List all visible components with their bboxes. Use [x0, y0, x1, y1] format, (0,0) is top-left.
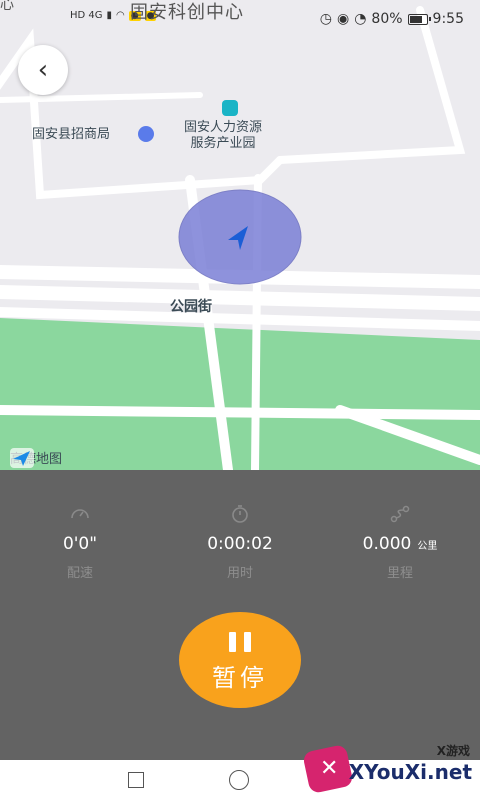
clock: 9:55 [432, 11, 464, 27]
battery-icon [407, 13, 431, 25]
map-area-title: 固安科创中心 [130, 2, 244, 23]
park-road [0, 405, 480, 420]
poi-hr-line2: 服务产业园 [190, 136, 256, 151]
pause-label: 暂停 [212, 664, 268, 692]
home-button[interactable] [229, 770, 249, 790]
duration-value: 0:00:02 [160, 534, 320, 554]
recent-apps-button[interactable] [128, 772, 144, 788]
wifi-icon: ◠ [116, 10, 125, 21]
poi-hr-line1: 固安人力资源 [184, 120, 263, 135]
map-view[interactable]: 心 固安县招商局 固安人力资源 服务产业园 公园街 高德地图 ‹ [0, 0, 480, 470]
duration-value-text: 0:00:02 [207, 534, 273, 554]
stat-duration: 0:00:02 用时 [160, 504, 320, 581]
map-canvas [0, 6, 480, 470]
star-poi-icon[interactable] [138, 126, 154, 142]
amap-logo: 高德地图 [10, 448, 62, 468]
pace-value-text: 0'0" [62, 534, 98, 554]
battery-fill [409, 15, 422, 23]
watermark-x-icon: ✕ [320, 756, 339, 781]
network-indicator: HD 4G [70, 10, 103, 21]
park-area [0, 318, 480, 470]
speed-icon: ◔ [354, 11, 367, 27]
back-button[interactable]: ‹ [18, 45, 68, 95]
street-label: 公园街 [170, 299, 212, 315]
building-poi-icon[interactable] [222, 100, 238, 116]
distance-unit: 公里 [417, 541, 438, 552]
stat-distance: 0.000 公里 里程 [320, 504, 480, 581]
distance-label: 里程 [386, 566, 413, 581]
pause-button[interactable]: 暂停 [179, 612, 301, 708]
pace-value: 0'0" [0, 534, 160, 554]
poi-hr-park[interactable]: 固安人力资源 服务产业园 [184, 120, 262, 152]
status-bar: HD 4G ▮ ◠ ● ● 固安科创中心 ◷ ◉ ◔ 80% 9:55 [0, 0, 480, 40]
poi-investment-bureau[interactable]: 固安县招商局 [32, 127, 110, 143]
road-2 [0, 285, 480, 311]
stopwatch-icon [160, 504, 320, 524]
speedometer-icon [0, 504, 160, 524]
alarm-icon: ◷ [319, 11, 332, 27]
watermark-top-text: X游戏 [436, 744, 470, 758]
signal-icon: ▮ [106, 10, 113, 21]
watermark-text: XYouXi.net [348, 760, 472, 784]
battery-text: 80% [371, 11, 403, 27]
chevron-left-icon: ‹ [37, 55, 49, 85]
distance-value: 0.000 公里 [320, 534, 480, 554]
route-icon [320, 504, 480, 524]
site-watermark: ✕ X游戏 XYouXi.net [302, 740, 474, 796]
duration-label: 用时 [226, 566, 253, 581]
amap-logo-icon [10, 448, 34, 468]
location-pin-icon: ◉ [336, 11, 350, 27]
pace-label: 配速 [66, 566, 93, 581]
distance-value-text: 0.000 [362, 534, 412, 554]
stat-pace: 0'0" 配速 [0, 504, 160, 581]
pause-icon [179, 632, 301, 652]
status-right: ◷ ◉ ◔ 80% 9:55 [320, 11, 464, 27]
